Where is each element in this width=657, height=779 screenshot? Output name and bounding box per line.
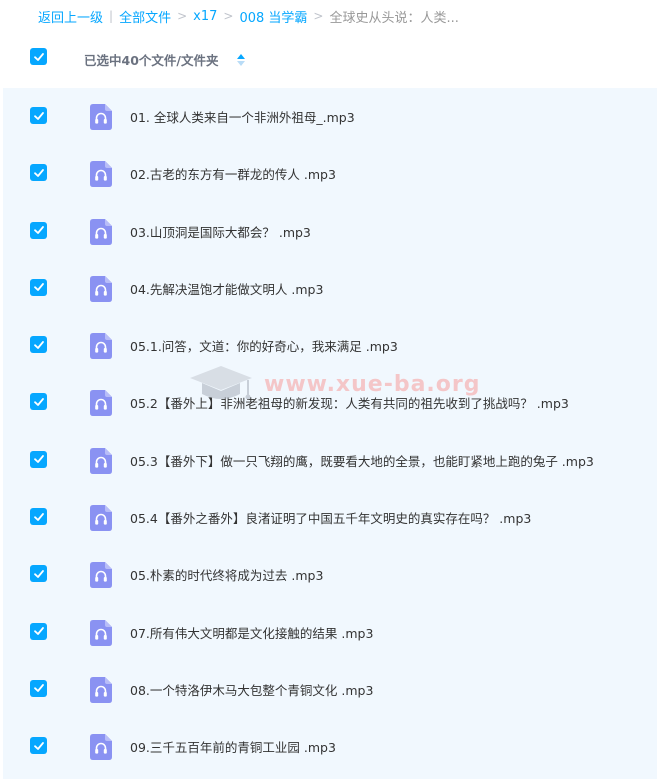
breadcrumb: 返回上一级 | 全部文件 > x17 > 008 当学霸 > 全球史从头说：人类… <box>38 6 459 26</box>
file-name: 05.朴素的时代终将成为过去 .mp3 <box>130 568 324 584</box>
sort-icon[interactable] <box>236 53 246 67</box>
file-row[interactable]: 01. 全球人类来自一个非洲外祖母_.mp3 <box>3 88 657 145</box>
file-row[interactable]: 05.4【番外之番外】良渚证明了中国五千年文明史的真实存在吗？ .mp3 <box>3 489 657 546</box>
audio-file-icon <box>90 161 112 188</box>
file-name: 05.4【番外之番外】良渚证明了中国五千年文明史的真实存在吗？ .mp3 <box>130 511 532 527</box>
audio-file-icon <box>90 275 112 302</box>
file-name: 03.山顶洞是国际大都会？ .mp3 <box>130 224 311 240</box>
breadcrumb-chevron-icon: > <box>223 9 234 23</box>
file-name: 09.三千五百年前的青铜工业园 .mp3 <box>130 740 336 756</box>
file-checkbox[interactable] <box>30 336 47 354</box>
checkmark-icon <box>33 340 44 349</box>
audio-file-icon <box>90 333 112 360</box>
list-header: 已选中40个文件/文件夹 <box>0 38 657 82</box>
breadcrumb-current: 全球史从头说：人类... <box>329 10 459 26</box>
file-checkbox[interactable] <box>30 278 47 296</box>
file-row[interactable]: 05.2【番外上】非洲老祖母的新发现：人类有共同的祖先收到了挑战吗？ .mp3 <box>3 374 657 431</box>
checkmark-icon <box>33 741 44 750</box>
file-row[interactable]: 04.先解决温饱才能做文明人 .mp3 <box>3 260 657 317</box>
breadcrumb-separator: | <box>109 9 114 23</box>
checkmark-icon <box>33 684 44 693</box>
checkmark-icon <box>33 111 44 120</box>
file-checkbox[interactable] <box>30 565 47 583</box>
breadcrumb-chevron-icon: > <box>177 9 188 23</box>
audio-file-icon <box>90 505 112 532</box>
file-checkbox[interactable] <box>30 221 47 239</box>
file-name: 01. 全球人类来自一个非洲外祖母_.mp3 <box>130 110 355 125</box>
audio-file-icon <box>90 390 112 417</box>
file-checkbox[interactable] <box>30 164 47 182</box>
file-name: 05.3【番外下】做一只飞翔的鹰，既要看大地的全景，也能盯紧地上跑的兔子 .mp… <box>130 453 594 469</box>
file-row[interactable]: 08.一个特洛伊木马大包整个青铜文化 .mp3 <box>3 661 657 718</box>
audio-file-icon <box>90 218 112 245</box>
file-name: 05.2【番外上】非洲老祖母的新发现：人类有共同的祖先收到了挑战吗？ .mp3 <box>130 396 569 412</box>
audio-file-icon <box>90 619 112 646</box>
file-checkbox[interactable] <box>30 508 47 526</box>
file-row[interactable]: 05.朴素的时代终将成为过去 .mp3 <box>3 546 657 603</box>
file-name: 05.1.问答，文道：你的好奇心，我来满足 .mp3 <box>130 339 398 355</box>
file-checkbox[interactable] <box>30 679 47 697</box>
checkmark-icon <box>33 569 44 578</box>
breadcrumb-folder-008[interactable]: 008 当学霸 <box>239 7 307 26</box>
audio-file-icon <box>90 562 112 589</box>
breadcrumb-back[interactable]: 返回上一级 <box>38 7 103 26</box>
file-checkbox[interactable] <box>30 450 47 468</box>
file-row[interactable]: 05.3【番外下】做一只飞翔的鹰，既要看大地的全景，也能盯紧地上跑的兔子 .mp… <box>3 432 657 489</box>
selected-count-text: 已选中40个文件/文件夹 <box>84 53 219 68</box>
select-all-checkbox[interactable] <box>30 48 47 65</box>
file-row[interactable]: 09.三千五百年前的青铜工业园 .mp3 <box>3 718 657 775</box>
checkmark-icon <box>33 627 44 636</box>
checkmark-icon <box>33 52 44 61</box>
audio-file-icon <box>90 734 112 761</box>
checkmark-icon <box>33 283 44 292</box>
file-name: 08.一个特洛伊木马大包整个青铜文化 .mp3 <box>130 682 374 698</box>
checkmark-icon <box>33 455 44 464</box>
audio-file-icon <box>90 447 112 474</box>
breadcrumb-chevron-icon: > <box>313 9 324 23</box>
file-row[interactable]: 07.所有伟大文明都是文化接触的结果 .mp3 <box>3 604 657 661</box>
checkmark-icon <box>33 398 44 406</box>
checkmark-icon <box>33 512 44 521</box>
file-row[interactable]: 05.1.问答，文道：你的好奇心，我来满足 .mp3 <box>3 317 657 374</box>
file-name: 04.先解决温饱才能做文明人 .mp3 <box>130 281 324 297</box>
file-checkbox[interactable] <box>30 393 47 411</box>
audio-file-icon <box>90 676 112 703</box>
breadcrumb-all-files[interactable]: 全部文件 <box>119 7 171 26</box>
file-checkbox[interactable] <box>30 107 47 124</box>
file-row[interactable]: 02.古老的东方有一群龙的传人 .mp3 <box>3 145 657 202</box>
audio-file-icon <box>90 104 112 130</box>
file-name: 07.所有伟大文明都是文化接触的结果 .mp3 <box>130 625 374 641</box>
file-checkbox[interactable] <box>30 737 47 755</box>
breadcrumb-folder-x17[interactable]: x17 <box>193 9 217 24</box>
file-list: 01. 全球人类来自一个非洲外祖母_.mp3 02.古老的东方有一群龙的传人 .… <box>3 88 657 779</box>
checkmark-icon <box>33 168 44 177</box>
file-name: 02.古老的东方有一群龙的传人 .mp3 <box>130 167 336 183</box>
file-row[interactable]: 03.山顶洞是国际大都会？ .mp3 <box>3 203 657 260</box>
file-checkbox[interactable] <box>30 622 47 640</box>
checkmark-icon <box>33 226 44 234</box>
